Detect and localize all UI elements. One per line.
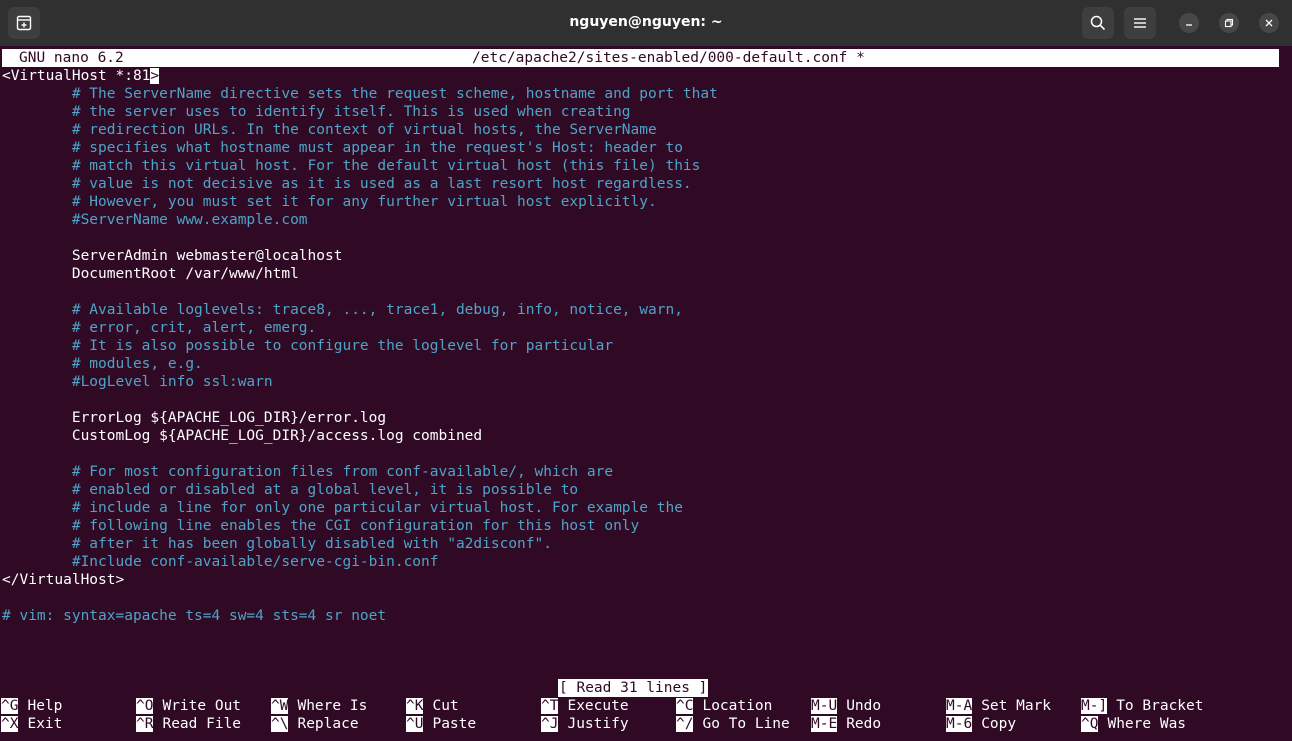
shortcut-key: ^W bbox=[271, 698, 289, 714]
shortcut-item[interactable]: ^R Read File bbox=[136, 715, 241, 733]
shortcut-label: Undo bbox=[846, 698, 882, 714]
close-icon bbox=[1265, 19, 1273, 27]
shortcut-key: ^/ bbox=[676, 716, 694, 732]
shortcut-label: Where Was bbox=[1107, 716, 1187, 732]
shortcut-label: Copy bbox=[981, 716, 1017, 732]
shortcut-label: Cut bbox=[432, 698, 459, 714]
maximize-button[interactable] bbox=[1219, 13, 1239, 33]
shortcut-key: ^C bbox=[676, 698, 694, 714]
editor-line: # error, crit, alert, emerg. bbox=[2, 320, 317, 336]
shortcut-key: M-E bbox=[811, 716, 838, 732]
shortcut-item[interactable]: ^W Where Is bbox=[271, 697, 367, 715]
shortcut-item[interactable]: M-] To Bracket bbox=[1081, 697, 1204, 715]
shortcut-label: Justify bbox=[567, 716, 629, 732]
shortcut-key: ^Q bbox=[1081, 716, 1099, 732]
editor-line: # include a line for only one particular… bbox=[2, 500, 683, 516]
shortcut-item[interactable]: ^G Help bbox=[1, 697, 62, 715]
editor-line: # after it has been globally disabled wi… bbox=[2, 536, 552, 552]
terminal-area[interactable]: GNU nano 6.2 /etc/apache2/sites-enabled/… bbox=[0, 46, 1292, 741]
shortcut-key: ^U bbox=[406, 716, 424, 732]
menu-button[interactable] bbox=[1124, 7, 1156, 39]
editor-line: #LogLevel info ssl:warn bbox=[2, 374, 273, 390]
shortcut-key: ^O bbox=[136, 698, 154, 714]
shortcut-item[interactable]: M-U Undo bbox=[811, 697, 881, 715]
shortcut-item[interactable]: ^Q Where Was bbox=[1081, 715, 1186, 733]
editor-line: CustomLog ${APACHE_LOG_DIR}/access.log c… bbox=[2, 428, 483, 444]
shortcut-key: ^R bbox=[136, 716, 154, 732]
close-button[interactable] bbox=[1259, 13, 1279, 33]
shortcut-item[interactable]: ^T Execute bbox=[541, 697, 629, 715]
nano-version: GNU nano 6.2 bbox=[19, 50, 124, 66]
search-icon bbox=[1090, 15, 1106, 31]
shortcut-key: M-] bbox=[1081, 698, 1108, 714]
shortcut-item[interactable]: ^C Location bbox=[676, 697, 772, 715]
shortcut-item[interactable]: ^\ Replace bbox=[271, 715, 359, 733]
shortcut-key: M-A bbox=[946, 698, 973, 714]
shortcut-label: Paste bbox=[432, 716, 477, 732]
shortcut-item[interactable]: ^J Justify bbox=[541, 715, 629, 733]
editor-line: #Include conf-available/serve-cgi-bin.co… bbox=[2, 554, 439, 570]
shortcut-key: M-6 bbox=[946, 716, 973, 732]
shortcut-label: Redo bbox=[846, 716, 882, 732]
shortcut-label: Exit bbox=[27, 716, 63, 732]
maximize-icon bbox=[1224, 18, 1234, 28]
editor-line: # match this virtual host. For the defau… bbox=[2, 158, 701, 174]
shortcut-key: ^J bbox=[541, 716, 559, 732]
shortcut-item[interactable]: M-6 Copy bbox=[946, 715, 1016, 733]
editor-line: # However, you must set it for any furth… bbox=[2, 194, 657, 210]
shortcut-key: ^T bbox=[541, 698, 559, 714]
editor-line: # the server uses to identify itself. Th… bbox=[2, 104, 631, 120]
shortcut-item[interactable]: ^O Write Out bbox=[136, 697, 241, 715]
editor-line: # specifies what hostname must appear in… bbox=[2, 140, 683, 156]
editor-line: # enabled or disabled at a global level,… bbox=[2, 482, 579, 498]
shortcut-label: Where Is bbox=[297, 698, 368, 714]
editor-line: # For most configuration files from conf… bbox=[2, 464, 614, 480]
editor-line: ErrorLog ${APACHE_LOG_DIR}/error.log bbox=[2, 410, 387, 426]
shortcut-label: Replace bbox=[297, 716, 359, 732]
minimize-icon bbox=[1186, 24, 1192, 26]
editor-line: # The ServerName directive sets the requ… bbox=[2, 86, 718, 102]
shortcut-key: M-U bbox=[811, 698, 838, 714]
editor-line: DocumentRoot /var/www/html bbox=[2, 266, 299, 282]
text-cursor: > bbox=[150, 68, 160, 84]
editor-line: # following line enables the CGI configu… bbox=[2, 518, 640, 534]
window-titlebar: nguyen@nguyen: ~ bbox=[0, 0, 1292, 46]
shortcut-label: Execute bbox=[567, 698, 629, 714]
editor-line: ServerAdmin webmaster@localhost bbox=[2, 248, 343, 264]
shortcut-item[interactable]: ^X Exit bbox=[1, 715, 62, 733]
shortcut-item[interactable]: ^U Paste bbox=[406, 715, 476, 733]
shortcut-key: ^X bbox=[1, 716, 19, 732]
shortcut-item[interactable]: M-E Redo bbox=[811, 715, 881, 733]
editor-line: # vim: syntax=apache ts=4 sw=4 sts=4 sr … bbox=[2, 608, 387, 624]
minimize-button[interactable] bbox=[1179, 13, 1199, 33]
editor-line: # It is also possible to configure the l… bbox=[2, 338, 614, 354]
editor-line: # modules, e.g. bbox=[2, 356, 203, 372]
editor-line: # Available loglevels: trace8, ..., trac… bbox=[2, 302, 683, 318]
shortcut-label: Set Mark bbox=[981, 698, 1052, 714]
nano-header-bar: GNU nano 6.2 /etc/apache2/sites-enabled/… bbox=[2, 49, 1279, 67]
editor-line: # value is not decisive as it is used as… bbox=[2, 176, 692, 192]
shortcut-label: Go To Line bbox=[702, 716, 790, 732]
shortcut-label: Write Out bbox=[162, 698, 242, 714]
shortcut-key: ^K bbox=[406, 698, 424, 714]
editor-line: </VirtualHost> bbox=[2, 572, 125, 588]
editor-line: <VirtualHost *:81> bbox=[2, 68, 160, 84]
editor-line: # redirection URLs. In the context of vi… bbox=[2, 122, 657, 138]
shortcut-label: Location bbox=[702, 698, 773, 714]
search-button[interactable] bbox=[1082, 7, 1114, 39]
shortcut-label: Read File bbox=[162, 716, 242, 732]
hamburger-menu-icon bbox=[1134, 18, 1146, 28]
shortcut-key: ^G bbox=[1, 698, 19, 714]
nano-filename: /etc/apache2/sites-enabled/000-default.c… bbox=[472, 50, 865, 66]
shortcut-item[interactable]: ^K Cut bbox=[406, 697, 459, 715]
shortcut-label: To Bracket bbox=[1116, 698, 1204, 714]
status-message: [ Read 31 lines ] bbox=[558, 679, 709, 697]
shortcut-item[interactable]: M-A Set Mark bbox=[946, 697, 1051, 715]
shortcut-item[interactable]: ^/ Go To Line bbox=[676, 715, 790, 733]
shortcut-label: Help bbox=[27, 698, 63, 714]
shortcut-key: ^\ bbox=[271, 716, 289, 732]
editor-line: #ServerName www.example.com bbox=[2, 212, 308, 228]
